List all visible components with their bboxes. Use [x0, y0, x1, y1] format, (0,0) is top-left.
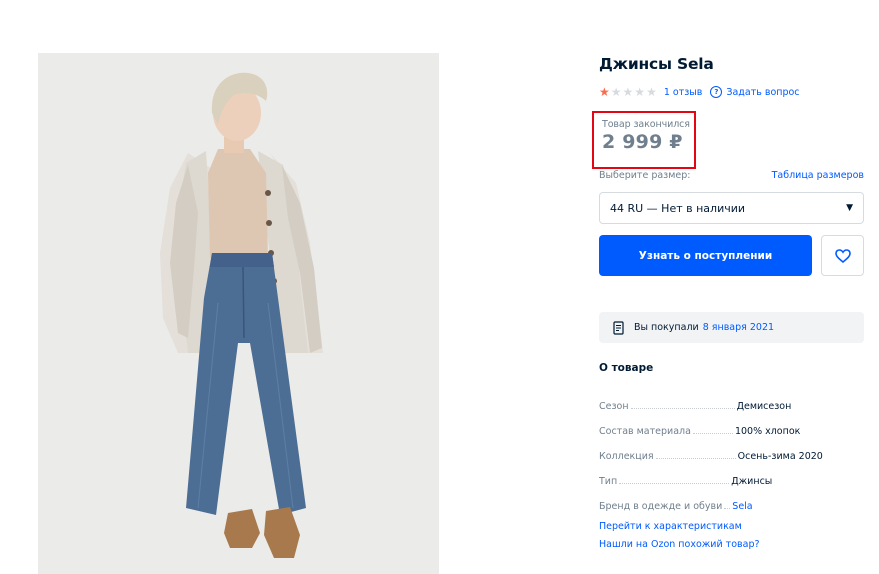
ask-question-label: Задать вопрос — [726, 86, 800, 98]
spec-key: Состав материала — [599, 426, 691, 437]
star-icon: ★ — [634, 85, 646, 99]
product-photo[interactable] — [38, 53, 439, 574]
star-icon: ★ — [622, 85, 634, 99]
spec-list: Сезон Демисезон Состав материала 100% хл… — [599, 387, 864, 512]
spec-divider — [630, 408, 735, 409]
out-of-stock-label: Товар закончился — [602, 119, 690, 130]
product-title: Джинсы Sela — [599, 55, 714, 73]
similar-product-link[interactable]: Нашли на Ozon похожий товар? — [599, 536, 760, 554]
receipt-icon — [613, 320, 624, 335]
purchase-prefix: Вы покупали — [634, 322, 699, 333]
size-label: Выберите размер: — [599, 170, 691, 181]
size-row: Выберите размер: Таблица размеров — [599, 170, 864, 181]
spec-divider — [692, 433, 733, 434]
rating-row: ★ ★ ★ ★ ★ 1 отзыв ? Задать вопрос — [599, 85, 864, 99]
size-select-value: 44 RU — Нет в наличии — [610, 201, 746, 215]
question-bubble-icon: ? — [710, 86, 723, 98]
reviews-link[interactable]: 1 отзыв — [664, 87, 703, 98]
spec-value: 100% хлопок — [734, 426, 801, 437]
spec-key: Сезон — [599, 401, 629, 412]
spec-divider — [619, 483, 730, 484]
characteristics-link[interactable]: Перейти к характеристикам — [599, 518, 760, 536]
spec-row: Бренд в одежде и обуви Sela — [599, 487, 864, 512]
caret-down-icon: ▼ — [846, 203, 853, 213]
heart-icon — [834, 248, 851, 263]
price-highlight: Товар закончился 2 999 ₽ — [592, 111, 696, 169]
price: 2 999 ₽ — [602, 131, 683, 153]
spec-value: Джинсы — [731, 476, 773, 487]
spec-key: Бренд в одежде и обуви — [599, 501, 723, 512]
product-panel: Джинсы Sela ★ ★ ★ ★ ★ 1 отзыв ? Задать в… — [592, 54, 864, 550]
spec-row: Тип Джинсы — [599, 462, 864, 487]
spec-divider — [724, 508, 731, 509]
spec-key: Коллекция — [599, 451, 654, 462]
size-table-link[interactable]: Таблица размеров — [772, 170, 864, 181]
star-icon: ★ — [610, 85, 622, 99]
about-title: О товаре — [599, 362, 654, 374]
ask-question-link[interactable]: ? Задать вопрос — [710, 86, 800, 98]
rating-stars[interactable]: ★ ★ ★ ★ ★ — [599, 86, 657, 98]
spec-row: Состав материала 100% хлопок — [599, 412, 864, 437]
favorite-button[interactable] — [821, 235, 864, 276]
spec-row: Коллекция Осень-зима 2020 — [599, 437, 864, 462]
star-icon: ★ — [646, 85, 657, 99]
spec-row: Сезон Демисезон — [599, 387, 864, 412]
model-illustration — [38, 53, 439, 574]
brand-link[interactable]: Sela — [732, 501, 752, 512]
purchase-history-banner: Вы покупали 8 января 2021 — [599, 312, 864, 343]
about-links: Перейти к характеристикам Нашли на Ozon … — [599, 518, 760, 554]
purchase-date-link[interactable]: 8 января 2021 — [703, 322, 774, 333]
star-icon: ★ — [599, 85, 610, 99]
spec-value: Осень-зима 2020 — [737, 451, 823, 462]
spec-value: Демисезон — [736, 401, 792, 412]
spec-divider — [655, 458, 736, 459]
size-select[interactable]: 44 RU — Нет в наличии ▼ — [599, 192, 864, 224]
spec-key: Тип — [599, 476, 618, 487]
notify-button[interactable]: Узнать о поступлении — [599, 235, 812, 276]
